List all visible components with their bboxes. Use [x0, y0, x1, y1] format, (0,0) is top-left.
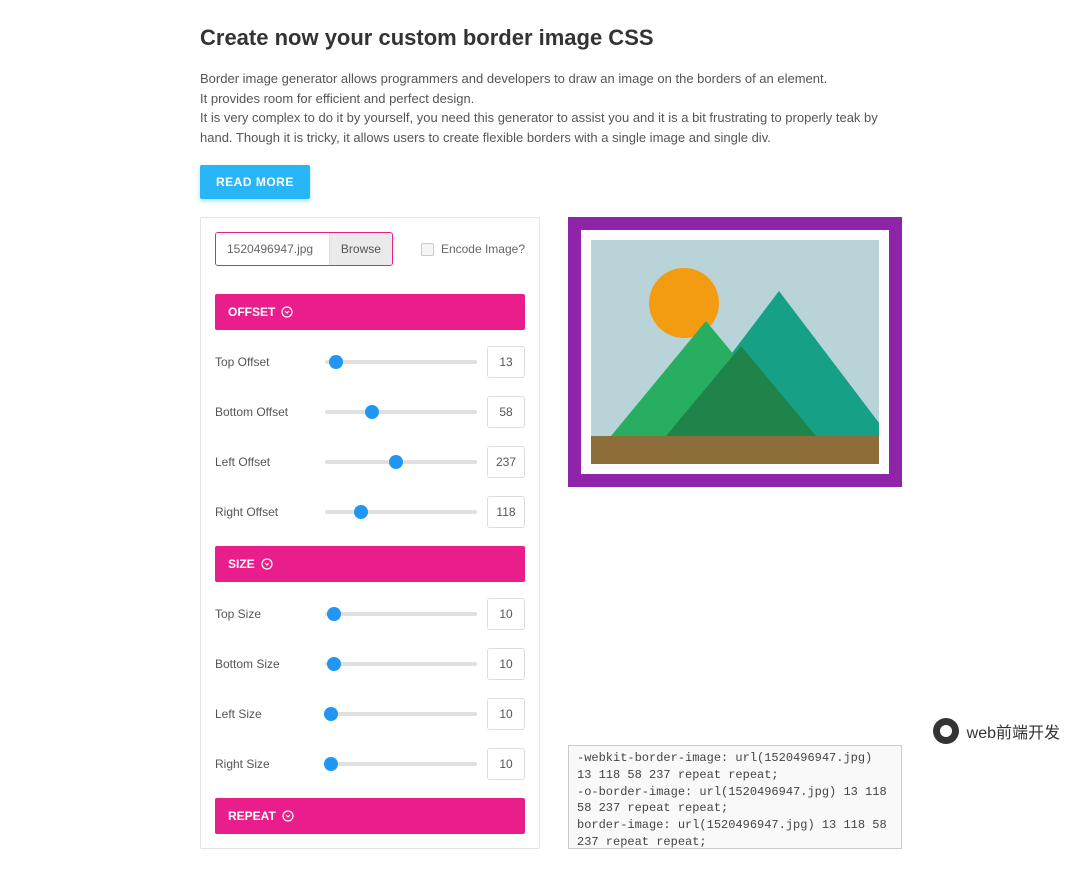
left-size-input[interactable] — [487, 698, 525, 730]
css-output[interactable] — [568, 745, 902, 849]
left-offset-row: Left Offset — [215, 446, 525, 478]
left-size-slider[interactable] — [325, 706, 477, 722]
chevron-down-icon — [281, 306, 293, 318]
page-title: Create now your custom border image CSS — [200, 25, 880, 51]
left-offset-slider[interactable] — [325, 454, 477, 470]
size-title: SIZE — [228, 557, 255, 571]
left-size-row: Left Size — [215, 698, 525, 730]
checkbox-icon — [421, 243, 434, 256]
right-offset-row: Right Offset — [215, 496, 525, 528]
top-offset-slider[interactable] — [325, 354, 477, 370]
encode-image-checkbox[interactable]: Encode Image? — [421, 242, 525, 256]
offset-title: OFFSET — [228, 305, 275, 319]
bottom-offset-row: Bottom Offset — [215, 396, 525, 428]
top-offset-row: Top Offset — [215, 346, 525, 378]
chevron-down-icon — [261, 558, 273, 570]
left-size-label: Left Size — [215, 707, 315, 721]
mountain-icon — [666, 346, 816, 436]
left-offset-label: Left Offset — [215, 455, 315, 469]
top-size-label: Top Size — [215, 607, 315, 621]
bottom-offset-slider[interactable] — [325, 404, 477, 420]
bottom-offset-label: Bottom Offset — [215, 405, 315, 419]
top-offset-label: Top Offset — [215, 355, 315, 369]
top-offset-input[interactable] — [487, 346, 525, 378]
bottom-size-slider[interactable] — [325, 656, 477, 672]
read-more-button[interactable]: READ MORE — [200, 165, 310, 199]
file-name-display: 1520496947.jpg — [216, 233, 329, 265]
encode-label: Encode Image? — [441, 242, 525, 256]
right-size-label: Right Size — [215, 757, 315, 771]
size-section-header[interactable]: SIZE — [215, 546, 525, 582]
bottom-size-row: Bottom Size — [215, 648, 525, 680]
repeat-section-header[interactable]: REPEAT — [215, 798, 525, 834]
repeat-title: REPEAT — [228, 809, 276, 823]
left-offset-input[interactable] — [487, 446, 525, 478]
right-size-row: Right Size — [215, 748, 525, 780]
bottom-size-label: Bottom Size — [215, 657, 315, 671]
browse-button[interactable]: Browse — [329, 233, 392, 265]
page-description: Border image generator allows programmer… — [200, 69, 880, 147]
right-offset-input[interactable] — [487, 496, 525, 528]
right-size-input[interactable] — [487, 748, 525, 780]
controls-panel: 1520496947.jpg Browse Encode Image? OFFS… — [200, 217, 540, 849]
offset-section-header[interactable]: OFFSET — [215, 294, 525, 330]
ground-icon — [591, 436, 879, 464]
preview-image — [591, 240, 879, 464]
right-panel — [568, 217, 902, 849]
bottom-offset-input[interactable] — [487, 396, 525, 428]
border-image-preview — [568, 217, 902, 487]
offset-controls: Top Offset Bottom Offset Left Offset Rig… — [215, 346, 525, 528]
top-size-slider[interactable] — [325, 606, 477, 622]
right-offset-slider[interactable] — [325, 504, 477, 520]
top-size-row: Top Size — [215, 598, 525, 630]
top-size-input[interactable] — [487, 598, 525, 630]
chevron-down-icon — [282, 810, 294, 822]
size-controls: Top Size Bottom Size Left Size Right Siz… — [215, 598, 525, 780]
bottom-size-input[interactable] — [487, 648, 525, 680]
right-size-slider[interactable] — [325, 756, 477, 772]
file-input-group: 1520496947.jpg Browse — [215, 232, 393, 266]
right-offset-label: Right Offset — [215, 505, 315, 519]
